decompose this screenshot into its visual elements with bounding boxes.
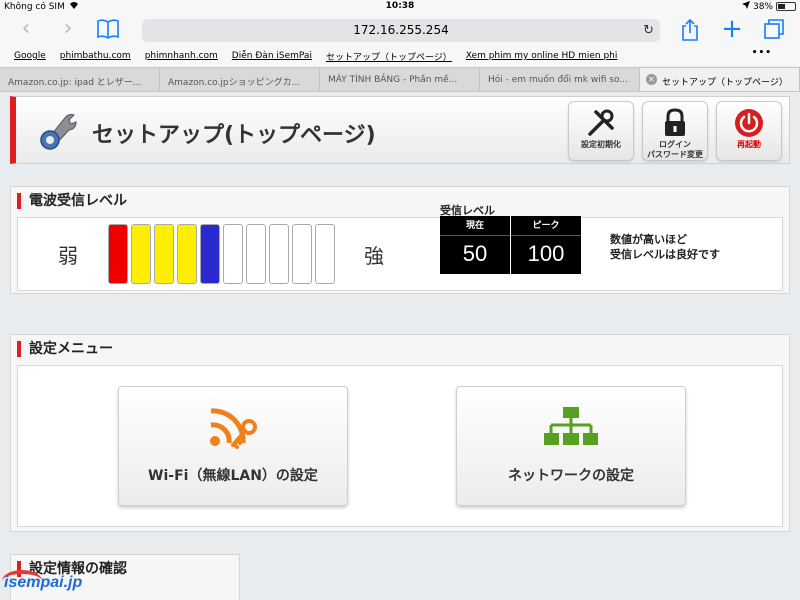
page-title: セットアップ(トップページ) bbox=[92, 123, 376, 148]
peak-value: 100 bbox=[527, 241, 565, 266]
login-password-button[interactable]: ログイン パスワード変更 bbox=[642, 101, 708, 161]
tab-setup-active[interactable]: ✕ セットアップ（トップページ） bbox=[640, 68, 800, 91]
signal-bar bbox=[246, 224, 266, 284]
login-label-line2: パスワード変更 bbox=[647, 150, 703, 159]
current-value: 50 bbox=[462, 241, 488, 266]
tabs-overview-icon[interactable] bbox=[762, 18, 786, 42]
signal-bar bbox=[269, 224, 289, 284]
battery-percent: 38% bbox=[752, 1, 773, 12]
tab-amazon-ipad[interactable]: Amazon.co.jp: ipad とレザー... bbox=[0, 68, 160, 91]
browser-toolbar: ‹ › 172.16.255.254 ↻ + bbox=[0, 14, 800, 46]
signal-section-title: 電波受信レベル bbox=[17, 193, 127, 209]
signal-section: 電波受信レベル 弱 強 受信レベル 現在 50 ピーク 100 数値が高いほど … bbox=[10, 186, 790, 294]
bookmark-xem-phim[interactable]: Xem phim my online HD mien phi bbox=[466, 51, 618, 61]
clock: 10:38 bbox=[385, 1, 415, 11]
wifi-key-icon bbox=[119, 405, 347, 449]
signal-bar bbox=[223, 224, 243, 284]
network-tree-icon bbox=[457, 405, 685, 449]
current-level-box: 現在 50 bbox=[440, 216, 510, 274]
factory-reset-button[interactable]: 設定初期化 bbox=[568, 101, 634, 161]
lock-icon bbox=[643, 106, 707, 140]
wrench-screwdriver-icon bbox=[569, 106, 633, 140]
bookmark-google[interactable]: Google bbox=[14, 51, 46, 61]
bookmark-phimbathu[interactable]: phimbathu.com bbox=[60, 51, 131, 61]
status-bar: Không có SIM 10:38 38% bbox=[0, 0, 800, 14]
signal-bar bbox=[177, 224, 197, 284]
settings-menu-title: 設定メニュー bbox=[17, 341, 113, 357]
tab-setup-label: セットアップ（トップページ） bbox=[662, 78, 788, 88]
new-tab-icon[interactable]: + bbox=[720, 16, 744, 42]
tab-may-tinh-bang[interactable]: MÁY TÍNH BẢNG - Phần mề... bbox=[320, 68, 480, 91]
signal-bar bbox=[315, 224, 335, 284]
bookmark-isempai[interactable]: Diễn Đàn iSemPai bbox=[232, 51, 312, 61]
signal-bar bbox=[108, 224, 128, 284]
level-note-line2: 受信レベルは良好です bbox=[610, 248, 720, 261]
current-header: 現在 bbox=[440, 216, 510, 236]
peak-header: ピーク bbox=[511, 216, 581, 236]
reload-icon[interactable]: ↻ bbox=[643, 19, 654, 42]
close-tab-icon[interactable]: ✕ bbox=[646, 74, 657, 85]
signal-bar bbox=[200, 224, 220, 284]
signal-bars bbox=[108, 224, 335, 284]
battery-icon bbox=[776, 2, 796, 11]
page-content: セットアップ(トップページ) 設定初期化 ログイン パスワード変更 再起動 電波… bbox=[0, 92, 800, 600]
signal-bar bbox=[154, 224, 174, 284]
share-icon[interactable] bbox=[678, 18, 702, 42]
bookmark-phimnhanh[interactable]: phimnhanh.com bbox=[145, 51, 218, 61]
tab-amazon-cart[interactable]: Amazon.co.jpショッピングカ... bbox=[160, 68, 320, 91]
factory-reset-label: 設定初期化 bbox=[581, 140, 621, 149]
level-note: 数値が高いほど 受信レベルは良好です bbox=[610, 232, 720, 262]
settings-menu-section: 設定メニュー Wi-Fi（無線LAN）の設定 ネットワークの設定 bbox=[10, 334, 790, 532]
url-text: 172.16.255.254 bbox=[353, 23, 449, 37]
network-settings-button[interactable]: ネットワークの設定 bbox=[456, 386, 686, 506]
level-note-line1: 数値が高いほど bbox=[610, 233, 687, 246]
tab-hoi-wifi[interactable]: Hỏi - em muốn đổi mk wifi so... bbox=[480, 68, 640, 91]
peak-level-box: ピーク 100 bbox=[511, 216, 581, 274]
strong-label: 強 bbox=[364, 244, 384, 268]
tools-gear-icon bbox=[36, 109, 80, 153]
restart-label: 再起動 bbox=[737, 140, 761, 149]
signal-bar bbox=[292, 224, 312, 284]
address-bar[interactable]: 172.16.255.254 ↻ bbox=[142, 19, 660, 42]
forward-icon[interactable]: › bbox=[56, 18, 80, 42]
watermark-logo: isempai.jp bbox=[4, 574, 83, 591]
wifi-settings-label: Wi-Fi（無線LAN）の設定 bbox=[148, 468, 318, 484]
tab-bar: Amazon.co.jp: ipad とレザー... Amazon.co.jpシ… bbox=[0, 67, 800, 92]
power-icon bbox=[717, 106, 781, 140]
signal-bar bbox=[131, 224, 151, 284]
back-icon[interactable]: ‹ bbox=[14, 18, 38, 42]
network-settings-label: ネットワークの設定 bbox=[508, 468, 634, 484]
login-label-line1: ログイン bbox=[659, 140, 691, 149]
more-bookmarks-icon[interactable]: ••• bbox=[752, 48, 772, 58]
location-icon bbox=[741, 1, 750, 12]
bookmarks-bar: Google phimbathu.com phimnhanh.com Diễn … bbox=[0, 46, 800, 66]
weak-label: 弱 bbox=[58, 244, 78, 268]
bookmark-setup[interactable]: セットアップ（トップページ） bbox=[326, 50, 452, 63]
wifi-settings-button[interactable]: Wi-Fi（無線LAN）の設定 bbox=[118, 386, 348, 506]
settings-menu-panel: Wi-Fi（無線LAN）の設定 ネットワークの設定 bbox=[17, 365, 783, 527]
bookmarks-book-icon[interactable] bbox=[96, 18, 120, 42]
signal-panel: 弱 強 受信レベル 現在 50 ピーク 100 数値が高いほど 受信レベルは良好… bbox=[17, 204, 783, 291]
setup-header: セットアップ(トップページ) 設定初期化 ログイン パスワード変更 再起動 bbox=[10, 96, 790, 164]
restart-button[interactable]: 再起動 bbox=[716, 101, 782, 161]
